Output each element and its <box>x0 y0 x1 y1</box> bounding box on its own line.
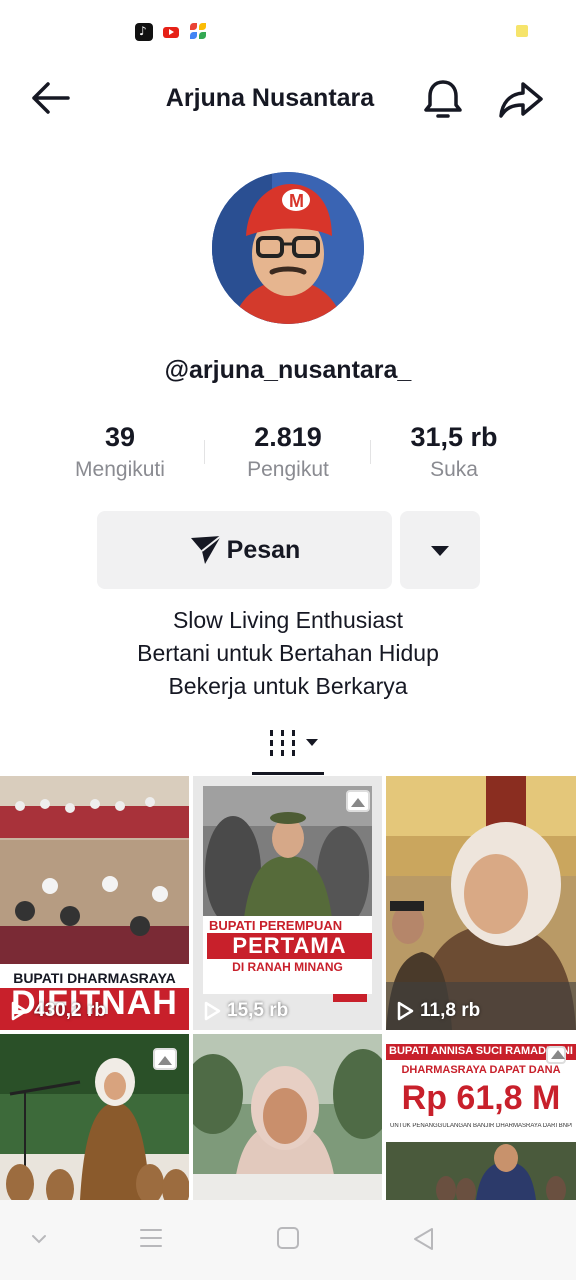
play-icon <box>11 1001 28 1021</box>
tiktok-icon <box>135 23 153 41</box>
play-icon <box>397 1001 414 1021</box>
stat-likes-value: 31,5 rb <box>410 422 498 452</box>
photo-mode-icon <box>546 1046 566 1064</box>
video-thumbnail <box>386 776 576 1030</box>
nav-recents-button[interactable] <box>138 1226 164 1255</box>
video-tile[interactable]: 11,8 rb <box>386 776 576 1030</box>
avatar[interactable]: M <box>212 172 364 324</box>
profile-bio: Slow Living Enthusiast Bertani untuk Ber… <box>0 604 576 703</box>
menu-icon <box>140 1229 162 1247</box>
stat-likes-label: Suka <box>430 458 478 481</box>
video-tile[interactable]: BUPATI DHARMASRAYA DIFITNAH 430,2 rb <box>0 776 189 1030</box>
view-count: 430,2 rb <box>10 1000 106 1022</box>
video-headline: Rp 61,8 M <box>401 1079 561 1117</box>
stat-followers-value: 2.819 <box>254 422 322 452</box>
home-square-icon <box>277 1227 299 1249</box>
username: @arjuna_nusantara_ <box>164 356 412 384</box>
tab-videos[interactable] <box>267 724 327 764</box>
video-tile[interactable]: BUPATI PEREMPUAN PERTAMA DI RANAH MINANG… <box>193 776 382 1030</box>
video-thumbnail <box>193 1034 382 1200</box>
youtube-icon <box>162 23 180 41</box>
video-subline: DHARMASRAYA DAPAT DANA <box>401 1064 561 1076</box>
nav-home-button[interactable] <box>275 1226 301 1255</box>
notification-button[interactable] <box>420 76 466 122</box>
svg-text:M: M <box>289 191 304 211</box>
video-tile[interactable] <box>193 1034 382 1200</box>
send-icon <box>190 535 222 564</box>
message-button-label: Pesan <box>226 535 301 564</box>
bell-icon <box>424 80 462 118</box>
bio-line: Bertani untuk Bertahan Hidup <box>137 640 439 666</box>
view-count-text: 11,8 rb <box>420 1000 481 1021</box>
video-thumbnail <box>193 776 382 1030</box>
share-button[interactable] <box>496 76 546 122</box>
stat-followers-label: Pengikut <box>247 458 329 481</box>
video-subline: DI RANAH MINANG <box>232 960 343 974</box>
view-count-text: 430,2 rb <box>34 1000 106 1021</box>
pinwheel-icon <box>190 23 208 41</box>
stat-following-value: 39 <box>104 422 136 452</box>
avatar-image: M <box>212 172 364 324</box>
more-options-button[interactable] <box>400 511 480 589</box>
video-tile[interactable]: BUPATI ANNISA SUCI RAMADHANI DHARMASRAYA… <box>386 1034 576 1200</box>
nav-back-button[interactable] <box>410 1226 438 1257</box>
bio-line: Slow Living Enthusiast <box>172 607 404 633</box>
view-count: 15,5 rb <box>203 1000 288 1022</box>
stat-following[interactable]: 39 Mengikuti <box>30 418 210 482</box>
profile-stats: 39 Mengikuti 2.819 Pengikut 31,5 rb Suka <box>0 418 576 498</box>
content-tabs <box>0 716 576 776</box>
battery-icon <box>516 25 528 37</box>
stat-likes[interactable]: 31,5 rb Suka <box>364 418 544 482</box>
video-grid: BUPATI DHARMASRAYA DIFITNAH 430,2 rb BUP… <box>0 776 576 1200</box>
share-icon <box>499 82 543 118</box>
chevron-down-icon <box>32 1235 46 1244</box>
play-icon <box>204 1001 221 1021</box>
video-headline: PERTAMA <box>232 933 347 958</box>
status-bar <box>0 0 576 62</box>
photo-mode-icon <box>346 790 370 812</box>
video-caption: UNTUK PENANGGULANGAN BANJIR DHARMASRAYA … <box>390 1123 572 1129</box>
system-nav-bar <box>0 1200 576 1280</box>
active-tab-indicator <box>252 772 324 775</box>
stat-following-label: Mengikuti <box>75 458 165 481</box>
nav-collapse-button[interactable] <box>30 1232 48 1250</box>
back-triangle-icon <box>414 1228 433 1250</box>
bio-line: Bekerja untuk Berkarya <box>168 673 408 699</box>
chevron-down-icon <box>431 546 449 556</box>
grid-icon <box>270 730 318 756</box>
profile-header: Arjuna Nusantara <box>0 62 576 134</box>
message-button[interactable]: Pesan <box>97 511 392 589</box>
photo-mode-icon <box>153 1048 177 1070</box>
video-tile[interactable] <box>0 1034 189 1200</box>
view-count-text: 15,5 rb <box>227 1000 289 1021</box>
video-overlay-text: BUPATI PEREMPUAN <box>209 918 343 933</box>
stat-followers[interactable]: 2.819 Pengikut <box>198 418 378 482</box>
view-count: 11,8 rb <box>396 1000 480 1022</box>
